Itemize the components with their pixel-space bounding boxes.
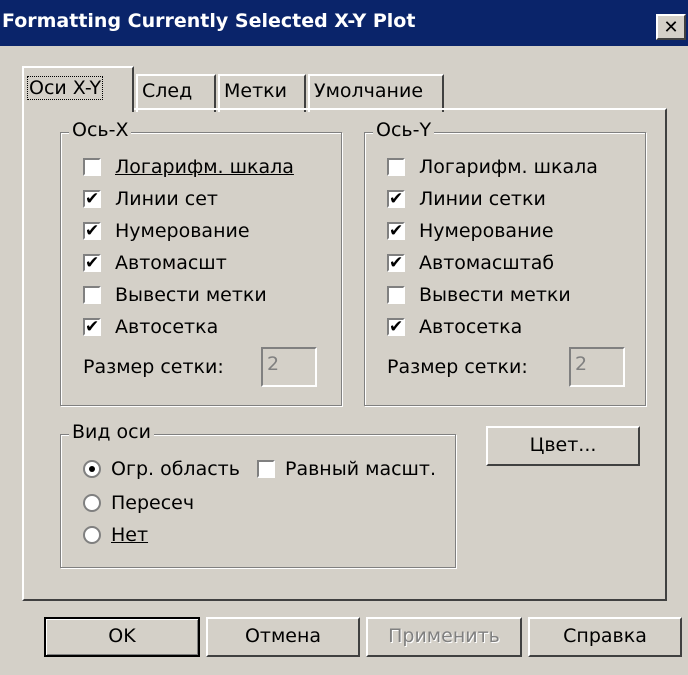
y-grid-lines-checkbox[interactable]: ✔ Линии сетки — [387, 185, 546, 213]
checkbox-box — [83, 158, 101, 176]
cancel-button[interactable]: Отмена — [206, 617, 360, 657]
radio-circle — [83, 460, 101, 478]
radio-circle — [83, 494, 101, 512]
checkbox-box: ✔ — [83, 221, 101, 241]
y-numbering-checkbox[interactable]: ✔ Нумерование — [387, 217, 554, 245]
radio-crossing[interactable]: Пересеч — [83, 489, 194, 517]
x-grid-size-field[interactable]: 2 — [261, 347, 317, 387]
tab-labels[interactable]: Метки — [218, 74, 306, 112]
checkbox-box: ✔ — [83, 189, 101, 209]
x-axis-group: Ось-X Логарифм. шкала ✔ Линии сет ✔ Нумеро… — [60, 119, 342, 406]
apply-button: Применить — [366, 617, 522, 657]
checkbox-box — [257, 460, 275, 478]
axis-view-legend: Вид оси — [69, 421, 154, 443]
close-button[interactable]: ✕ — [656, 14, 686, 40]
radio-none[interactable]: Нет — [83, 521, 148, 549]
x-log-scale-checkbox[interactable]: Логарифм. шкала — [83, 153, 294, 181]
x-axis-legend: Ось-X — [69, 119, 132, 141]
x-autogrid-checkbox[interactable]: ✔ Автосетка — [83, 313, 218, 341]
y-autoscale-checkbox[interactable]: ✔ Автомасштаб — [387, 249, 554, 277]
window-title: Formatting Currently Selected X-Y Plot — [2, 10, 416, 32]
radio-bounded-area[interactable]: Огр. область — [83, 455, 240, 483]
checkbox-box: ✔ — [387, 221, 405, 241]
tab-panel: Ось-X Логарифм. шкала ✔ Линии сет ✔ Нумеро… — [22, 108, 667, 601]
color-button[interactable]: Цвет... — [486, 426, 640, 466]
tab-axes-xy[interactable]: Оси X-Y — [22, 66, 134, 112]
y-axis-group: Ось-Y Логарифм. шкала ✔ Линии сетки ✔ Нуме… — [364, 119, 646, 406]
y-autogrid-checkbox[interactable]: ✔ Автосетка — [387, 313, 522, 341]
x-numbering-checkbox[interactable]: ✔ Нумерование — [83, 217, 250, 245]
checkbox-box: ✔ — [387, 189, 405, 209]
tab-defaults[interactable]: Умолчание — [308, 74, 444, 112]
checkbox-box: ✔ — [83, 253, 101, 273]
x-show-markers-checkbox[interactable]: Вывести метки — [83, 281, 267, 309]
checkbox-box — [387, 158, 405, 176]
checkbox-box: ✔ — [387, 317, 405, 337]
equal-scale-checkbox[interactable]: Равный масшт. — [257, 455, 436, 483]
x-grid-lines-checkbox[interactable]: ✔ Линии сет — [83, 185, 218, 213]
checkbox-box: ✔ — [83, 317, 101, 337]
checkbox-box — [387, 286, 405, 304]
y-grid-size-label: Размер сетки: — [387, 356, 528, 378]
ok-button[interactable]: OK — [44, 617, 200, 657]
axis-view-group: Вид оси Огр. область Равный масшт. Перес… — [60, 421, 456, 568]
close-icon: ✕ — [663, 16, 679, 38]
y-show-markers-checkbox[interactable]: Вывести метки — [387, 281, 571, 309]
radio-circle — [83, 526, 101, 544]
help-button[interactable]: Справка — [528, 617, 682, 657]
x-autoscale-checkbox[interactable]: ✔ Автомасшт — [83, 249, 227, 277]
tab-trace[interactable]: След — [136, 74, 216, 112]
y-axis-legend: Ось-Y — [373, 119, 435, 141]
x-grid-size-label: Размер сетки: — [83, 356, 224, 378]
y-grid-size-field[interactable]: 2 — [569, 347, 625, 387]
title-bar: Formatting Currently Selected X-Y Plot ✕ — [0, 0, 688, 46]
y-log-scale-checkbox[interactable]: Логарифм. шкала — [387, 153, 598, 181]
checkbox-box: ✔ — [387, 253, 405, 273]
checkbox-box — [83, 286, 101, 304]
